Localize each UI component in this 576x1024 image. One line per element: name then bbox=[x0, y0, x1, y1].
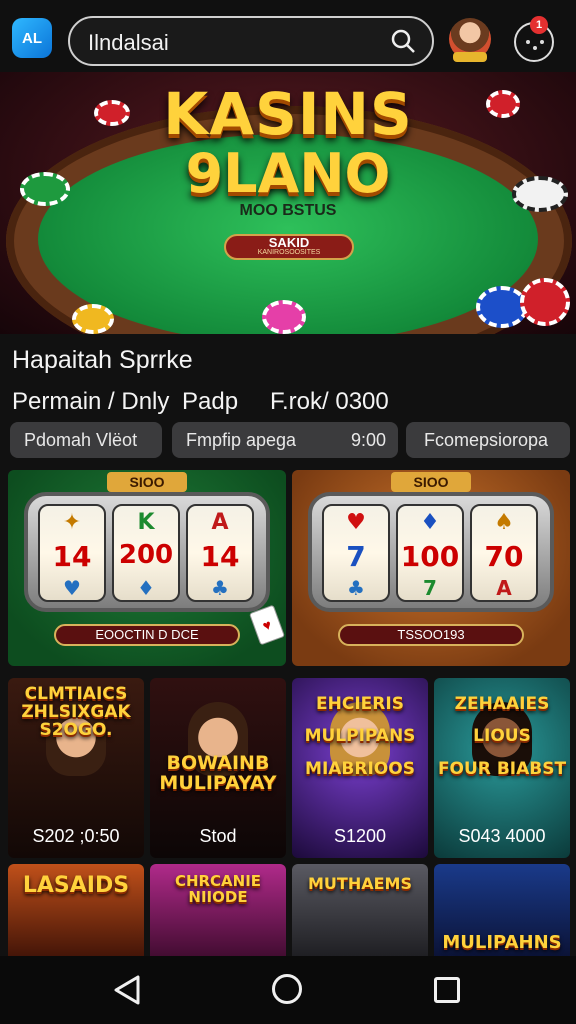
game-tile[interactable]: CLMTIAICS ZHLSIXGAK S2OGO. S202 ;0:50 bbox=[8, 678, 144, 858]
game-logo: CHRCANIE NIIODE bbox=[174, 872, 262, 906]
search-bar[interactable]: Ilndalsai bbox=[68, 16, 434, 66]
game-price: S202 ;0:50 bbox=[32, 826, 120, 846]
avatar-badge bbox=[453, 52, 487, 62]
game-logo: MUTHAEMS bbox=[308, 874, 412, 893]
dot bbox=[540, 40, 544, 44]
reel-symbol: 14 bbox=[52, 540, 92, 573]
hero-title-line1: KASINS bbox=[163, 80, 413, 148]
game-art: ZEHAAIES LIOUS FOUR BIABST bbox=[434, 678, 570, 818]
slot-reel: A 14 ♣ bbox=[186, 504, 254, 602]
game-price: Stod bbox=[199, 826, 237, 846]
reel-symbol: ♦ bbox=[420, 510, 440, 535]
chip-icon bbox=[20, 172, 70, 206]
filter-chip[interactable]: Fmpfip apega 9:00 bbox=[172, 422, 398, 458]
section-title: Hapaitah Sprrke bbox=[12, 346, 193, 374]
reel-symbol: ♠ bbox=[494, 510, 514, 535]
hero-banner[interactable]: KASINS 9LANO MOO BSTUS SAKID KANIROSOOSI… bbox=[0, 72, 576, 334]
slot-reel: ♠ 70 A bbox=[470, 504, 538, 602]
reel-symbol: ✦ bbox=[62, 510, 82, 535]
reel-symbol: ♥ bbox=[63, 576, 81, 600]
game-tile[interactable]: ZEHAAIES LIOUS FOUR BIABST S043 4000 bbox=[434, 678, 570, 858]
back-icon[interactable] bbox=[112, 974, 142, 1006]
filter-chip[interactable]: Fcomepsioropa bbox=[406, 422, 570, 458]
app-logo[interactable]: AL bbox=[12, 18, 52, 58]
game-logo: BOWAINB MULIPAYAY bbox=[159, 752, 277, 794]
reel-symbol: 7 bbox=[346, 540, 366, 573]
section-row-right: F.rok/ 0300 bbox=[270, 388, 389, 415]
slot-reel: ✦ 14 ♥ bbox=[38, 504, 106, 602]
chip-icon bbox=[512, 176, 568, 212]
search-icon[interactable] bbox=[390, 28, 416, 54]
hero-subtitle: MOO BSTUS bbox=[239, 202, 337, 219]
top-bar: AL Ilndalsai 1 bbox=[0, 0, 576, 72]
reel-symbol: ♣ bbox=[347, 576, 365, 600]
slot-top-label: SIOO bbox=[107, 472, 187, 492]
game-tile[interactable]: EHCIERIS MULPIPANS MIABRIOOS S1200 bbox=[292, 678, 428, 858]
filter-chip-label: Fcomepsioropa bbox=[424, 429, 549, 450]
reel-symbol: 70 bbox=[484, 540, 524, 573]
game-tile[interactable]: LASAIDS bbox=[8, 864, 144, 964]
slot-bar-label: EOOCTIN D DCE bbox=[54, 624, 240, 646]
slot-card[interactable]: SIOO ♥ 7 ♣ ♦ 100 7 ♠ 70 A TSSOO193 bbox=[292, 470, 570, 666]
game-logo: EHCIERIS MULPIPANS MIABRIOOS bbox=[304, 694, 416, 779]
reel-symbol: ♥ bbox=[346, 510, 366, 535]
slot-reel: ♥ 7 ♣ bbox=[322, 504, 390, 602]
slot-top-label: SIOO bbox=[391, 472, 471, 492]
hero-title-line2: 9LANO bbox=[185, 142, 391, 205]
notification-badge: 1 bbox=[530, 16, 548, 34]
chip-icon bbox=[94, 100, 130, 126]
game-logo: ZEHAAIES LIOUS FOUR BIABST bbox=[437, 694, 567, 779]
chip-icon bbox=[520, 278, 570, 326]
chip-icon bbox=[262, 300, 306, 334]
playing-cards-icon: ♥ bbox=[248, 604, 286, 646]
game-tile[interactable]: MULIPAHNS bbox=[434, 864, 570, 964]
avatar[interactable] bbox=[449, 18, 491, 62]
filter-bar: Pdomah Vlëot Fmpfip apega 9:00 Fcomepsio… bbox=[0, 422, 576, 458]
game-price: S043 4000 bbox=[458, 826, 546, 846]
chip-icon bbox=[72, 304, 114, 334]
slot-machine: ✦ 14 ♥ K 200 ♦ A 14 ♣ bbox=[24, 492, 270, 612]
section-row-left: Permain / Dnly bbox=[12, 388, 170, 415]
game-tile[interactable]: MUTHAEMS bbox=[292, 864, 428, 964]
dot bbox=[526, 40, 530, 44]
reel-symbol: 7 bbox=[423, 576, 437, 600]
game-art: EHCIERIS MULPIPANS MIABRIOOS bbox=[292, 678, 428, 818]
game-tile[interactable]: CHRCANIE NIIODE bbox=[150, 864, 286, 964]
system-nav-bar bbox=[0, 956, 576, 1024]
hero-pill-label: SAKID bbox=[268, 235, 310, 250]
reel-symbol: 100 bbox=[400, 540, 460, 573]
chip-icon bbox=[486, 90, 520, 118]
search-input[interactable]: Ilndalsai bbox=[88, 30, 169, 56]
game-tile[interactable]: BOWAINB MULIPAYAY Stod bbox=[150, 678, 286, 858]
hero-pill-small: KANIROSOOSITES bbox=[257, 249, 321, 256]
game-logo: CLMTIAICS ZHLSIXGAK S2OGO. bbox=[21, 684, 131, 740]
recent-apps-icon[interactable] bbox=[434, 977, 460, 1003]
reel-symbol: A bbox=[496, 576, 512, 600]
slot-reel: ♦ 100 7 bbox=[396, 504, 464, 602]
reel-symbol: 200 bbox=[118, 540, 174, 570]
reel-symbol: A bbox=[211, 510, 229, 535]
game-art: BOWAINB MULIPAYAY bbox=[150, 678, 286, 818]
slot-bar-label: TSSOO193 bbox=[338, 624, 524, 646]
reel-symbol: K bbox=[137, 510, 155, 535]
game-price: S1200 bbox=[333, 826, 387, 846]
slot-reel: K 200 ♦ bbox=[112, 504, 180, 602]
slot-card[interactable]: SIOO ✦ 14 ♥ K 200 ♦ A 14 ♣ EOOCTIN D DCE… bbox=[8, 470, 286, 666]
game-art: CLMTIAICS ZHLSIXGAK S2OGO. bbox=[8, 678, 144, 818]
hero-pill-button[interactable]: SAKID KANIROSOOSITES bbox=[224, 234, 354, 260]
filter-chip-label: Fmpfip apega bbox=[186, 429, 297, 450]
section-row-mid: Padp bbox=[182, 388, 239, 415]
game-logo: LASAIDS bbox=[22, 873, 130, 898]
slot-machine: ♥ 7 ♣ ♦ 100 7 ♠ 70 A bbox=[308, 492, 554, 612]
filter-chip[interactable]: Pdomah Vlëot bbox=[10, 422, 162, 458]
reel-symbol: 14 bbox=[200, 540, 240, 573]
reel-symbol: ♣ bbox=[211, 576, 229, 600]
reel-symbol: ♦ bbox=[137, 576, 155, 600]
home-icon[interactable] bbox=[272, 974, 302, 1004]
filter-chip-time: 9:00 bbox=[350, 429, 386, 450]
dot bbox=[533, 46, 537, 50]
filter-chip-label: Pdomah Vlëot bbox=[24, 429, 138, 450]
game-logo: MULIPAHNS bbox=[442, 932, 562, 953]
